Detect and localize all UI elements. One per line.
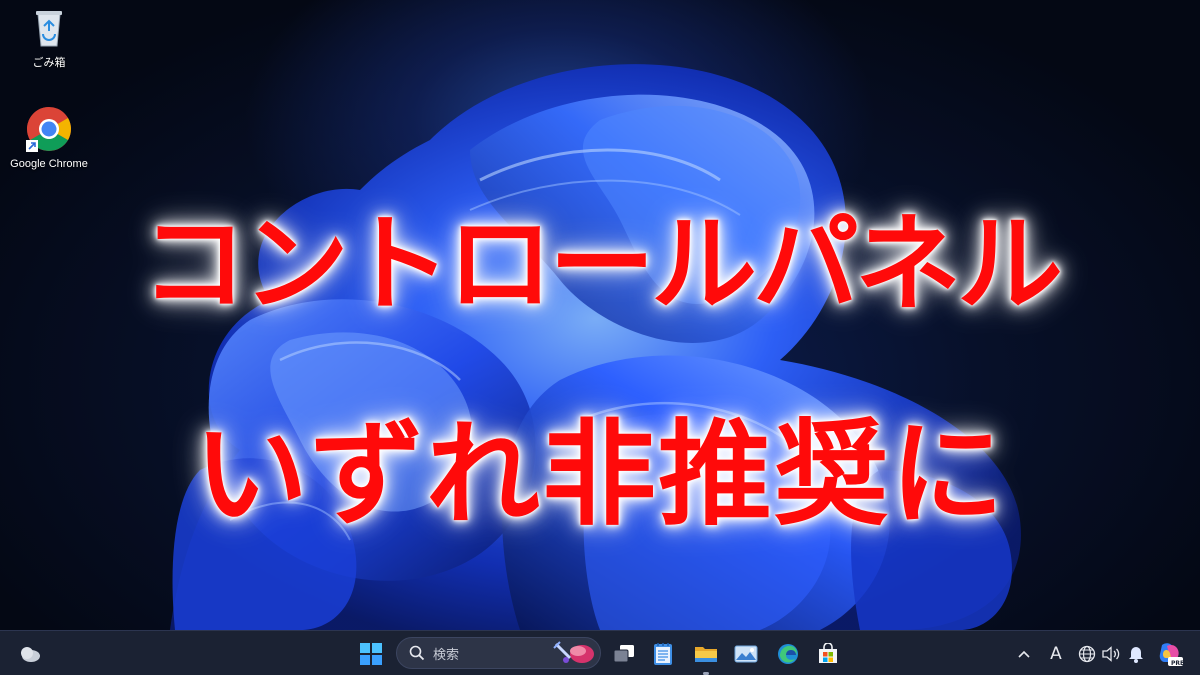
show-hidden-icons-button[interactable] [1011, 638, 1037, 670]
photos-button[interactable] [730, 638, 762, 670]
start-button[interactable] [355, 638, 387, 670]
file-explorer-icon [695, 647, 717, 662]
task-view-button[interactable] [608, 638, 640, 670]
chrome-icon [26, 107, 71, 152]
file-explorer-button[interactable] [690, 638, 722, 670]
photos-icon [734, 645, 758, 663]
weather-icon [21, 647, 40, 662]
volume-button[interactable] [1098, 638, 1124, 670]
chevron-up-icon [1018, 650, 1030, 658]
desktop-icon-label: Google Chrome [10, 158, 88, 170]
desktop-icon-google-chrome[interactable]: Google Chrome [4, 106, 94, 170]
taskbar-search-box[interactable]: 検索 [396, 637, 601, 669]
network-button[interactable] [1074, 638, 1100, 670]
search-highlight-icon [553, 641, 594, 663]
recycle-bin-icon [36, 11, 62, 47]
copilot-button[interactable]: PRE [1154, 638, 1186, 670]
desktop-icon-recycle-bin[interactable]: ごみ箱 [4, 6, 94, 70]
volume-icon [1102, 646, 1120, 662]
start-icon [360, 643, 382, 665]
search-icon [409, 645, 425, 661]
notepad-icon [654, 643, 672, 665]
search-placeholder: 検索 [433, 647, 460, 663]
edge-button[interactable] [772, 638, 804, 670]
edge-icon [778, 644, 798, 664]
widgets-button[interactable] [14, 638, 46, 670]
notifications-button[interactable] [1123, 638, 1149, 670]
store-button[interactable] [812, 638, 844, 670]
task-view-icon [613, 645, 634, 663]
headline-line-2: いずれ非推奨に [193, 408, 1006, 541]
ime-indicator[interactable]: A [1042, 638, 1070, 670]
bell-icon [1129, 647, 1143, 663]
desktop-icon-label: ごみ箱 [32, 57, 66, 69]
network-icon [1078, 645, 1096, 663]
notepad-button[interactable] [647, 638, 679, 670]
headline-line-1: コントロールパネル [141, 203, 1063, 326]
copilot-badge: PRE [1171, 660, 1185, 667]
ime-indicator-label: A [1050, 644, 1062, 664]
taskbar: 検索 A PRE [0, 630, 1200, 675]
store-icon [819, 643, 837, 663]
